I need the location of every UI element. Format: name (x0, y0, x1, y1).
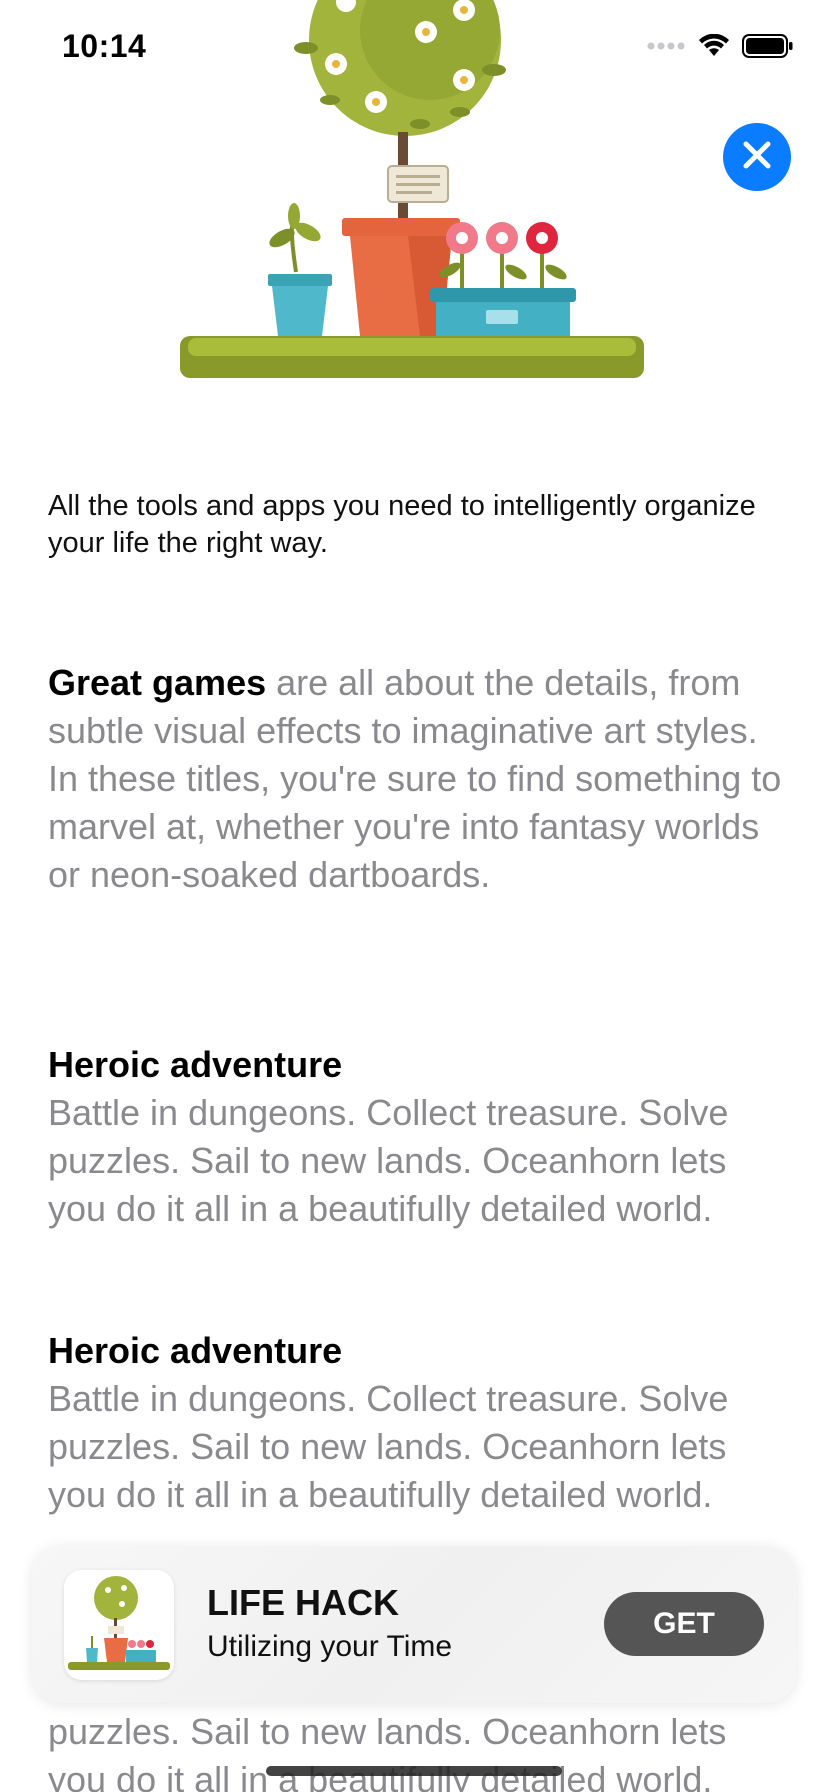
section-heading: Heroic adventure (48, 1044, 343, 1085)
status-time: 10:14 (62, 28, 147, 64)
hero-illustration (170, 0, 650, 390)
home-indicator[interactable] (266, 1766, 562, 1776)
intro-text: All the tools and apps you need to intel… (48, 490, 756, 559)
section-heroic-adventure: Heroic adventure Battle in dungeons. Col… (48, 1041, 788, 1233)
section-body: Battle in dungeons. Collect treasure. So… (48, 1092, 729, 1229)
section-lead: Great games (48, 662, 267, 703)
get-button[interactable]: GET (604, 1592, 764, 1656)
app-banner[interactable]: LIFE HACK Utilizing your Time GET (32, 1546, 796, 1703)
app-subtitle: Utilizing your Time (207, 1630, 453, 1663)
status-icons (646, 34, 794, 58)
close-icon (742, 140, 772, 175)
app-icon (64, 1570, 174, 1680)
section-heading: Heroic adventure (48, 1330, 343, 1371)
section-heroic-adventure: Heroic adventure Battle in dungeons. Col… (48, 1327, 788, 1519)
app-title: LIFE HACK (207, 1582, 399, 1623)
wifi-icon (698, 34, 730, 58)
section-body-continued: puzzles. Sail to new lands. Oceanhorn le… (48, 1708, 788, 1792)
section-great-games: Great games are all about the details, f… (48, 659, 788, 899)
section-body: Battle in dungeons. Collect treasure. So… (48, 1378, 729, 1515)
close-button[interactable] (723, 123, 791, 191)
section-body: puzzles. Sail to new lands. Oceanhorn le… (48, 1711, 727, 1792)
cellular-dots-icon (646, 40, 686, 52)
battery-icon (742, 34, 794, 58)
